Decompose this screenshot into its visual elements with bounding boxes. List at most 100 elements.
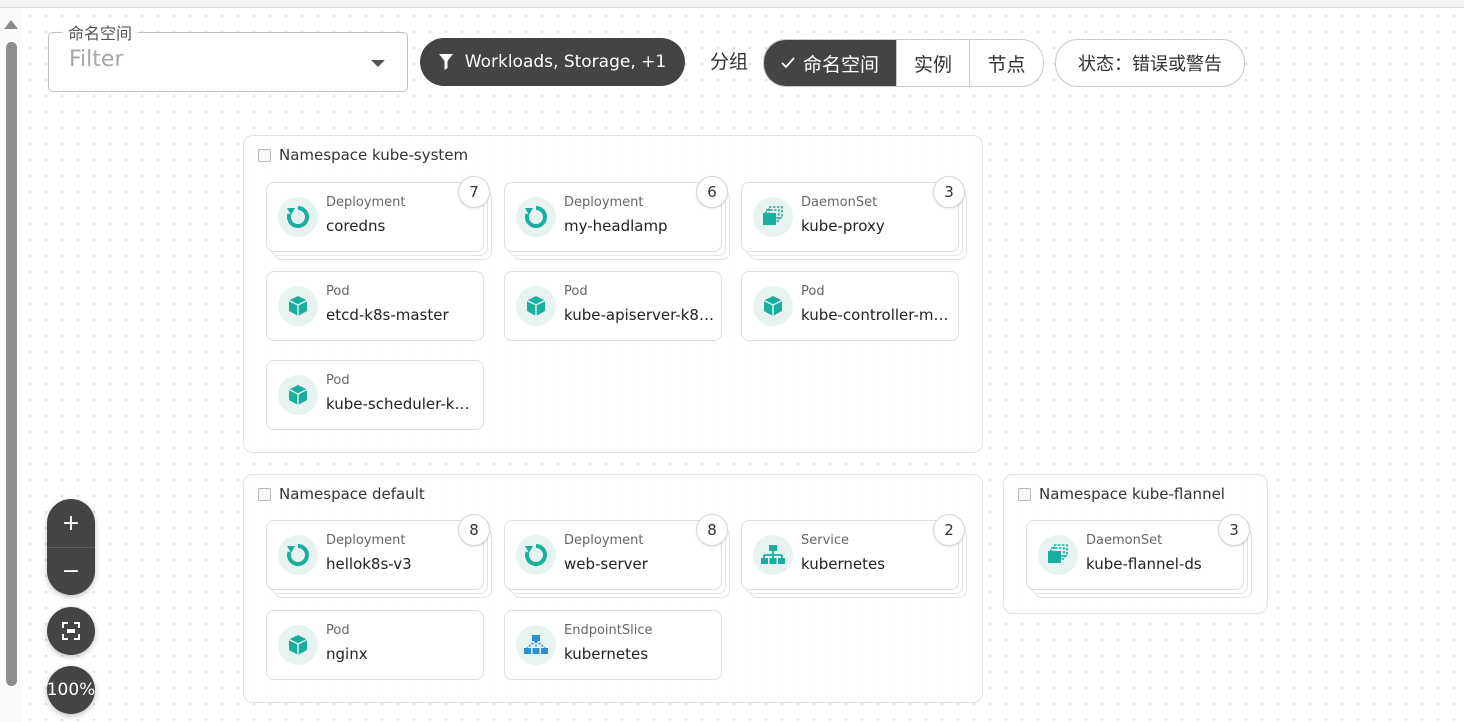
node-count-badge: 3 — [1218, 514, 1250, 546]
node-count-badge: 8 — [696, 514, 728, 546]
node-card[interactable]: Deployment hellok8s-v3 — [266, 520, 484, 590]
fit-to-screen-button[interactable] — [47, 607, 95, 655]
group-by-node-button[interactable]: 节点 — [969, 40, 1043, 86]
resource-node[interactable]: Pod nginx — [266, 610, 484, 680]
pod-icon — [753, 286, 793, 326]
resource-node[interactable]: DaemonSet kube-proxy 3 — [741, 176, 967, 260]
group-by-node-label: 节点 — [987, 53, 1026, 76]
zoom-controls: + − — [47, 499, 95, 595]
node-kind: Pod — [801, 284, 825, 299]
vertical-scrollbar[interactable] — [0, 8, 23, 722]
node-kind: Pod — [564, 284, 588, 299]
namespace-group-header: Namespace kube-system — [258, 146, 468, 164]
status-filter-chip[interactable]: 状态：错误或警告 — [1055, 39, 1245, 87]
resource-node[interactable]: Pod kube-scheduler-k8s-master — [266, 360, 484, 430]
deployment-icon — [516, 535, 556, 575]
node-name: nginx — [326, 645, 368, 663]
node-name: etcd-k8s-master — [326, 306, 449, 324]
node-kind: DaemonSet — [1086, 533, 1163, 548]
node-card[interactable]: EndpointSlice kubernetes — [504, 610, 722, 680]
top-border — [0, 0, 1464, 8]
node-card[interactable]: Deployment coredns — [266, 182, 484, 252]
endpointslice-icon — [516, 625, 556, 665]
resource-node[interactable]: Deployment web-server 8 — [504, 514, 730, 598]
namespace-group-header: Namespace default — [258, 485, 425, 503]
resource-filter-label: Workloads, Storage, +1 — [464, 52, 667, 72]
filter-icon — [438, 54, 453, 70]
node-card[interactable]: DaemonSet kube-proxy — [741, 182, 959, 252]
resource-node[interactable]: DaemonSet kube-flannel-ds 3 — [1026, 514, 1252, 598]
group-collapse-checkbox[interactable] — [258, 487, 271, 501]
group-by-toggle: 命名空间 实例 节点 — [763, 39, 1044, 87]
resource-node[interactable]: Deployment my-headlamp 6 — [504, 176, 730, 260]
fit-screen-icon — [62, 622, 80, 640]
node-card[interactable]: Pod nginx — [266, 610, 484, 680]
node-count-badge: 6 — [696, 176, 728, 208]
node-card[interactable]: Deployment my-headlamp — [504, 182, 722, 252]
group-by-label: 分组 — [710, 51, 749, 73]
namespace-group-label: Namespace default — [279, 485, 425, 503]
resource-node[interactable]: Deployment coredns 7 — [266, 176, 492, 260]
node-card[interactable]: Pod etcd-k8s-master — [266, 271, 484, 341]
node-name: kube-proxy — [801, 217, 885, 235]
node-kind: EndpointSlice — [564, 623, 653, 638]
daemonset-icon — [1038, 535, 1078, 575]
node-name: kube-scheduler-k8s-master — [326, 395, 476, 413]
service-icon — [753, 535, 793, 575]
namespace-group-header: Namespace kube-flannel — [1018, 485, 1225, 503]
node-kind: DaemonSet — [801, 195, 878, 210]
node-kind: Pod — [326, 373, 350, 388]
node-name: coredns — [326, 217, 386, 235]
pod-icon — [516, 286, 556, 326]
scroll-up-arrow-icon[interactable] — [4, 20, 18, 29]
namespace-filter-label: 命名空间 — [62, 20, 139, 44]
node-kind: Service — [801, 533, 850, 548]
group-collapse-checkbox[interactable] — [258, 148, 271, 162]
node-kind: Deployment — [564, 195, 644, 210]
scrollbar-thumb[interactable] — [6, 42, 17, 686]
node-card[interactable]: DaemonSet kube-flannel-ds — [1026, 520, 1244, 590]
node-count-badge: 2 — [933, 514, 965, 546]
node-card[interactable]: Pod kube-apiserver-k8s-master — [504, 271, 722, 341]
node-card[interactable]: Deployment web-server — [504, 520, 722, 590]
node-name: web-server — [564, 555, 648, 573]
node-card[interactable]: Pod kube-controller-manager-k8s-master — [741, 271, 959, 341]
node-name: kube-apiserver-k8s-master — [564, 306, 714, 324]
group-by-namespace-button[interactable]: 命名空间 — [764, 40, 896, 86]
node-kind: Pod — [326, 284, 350, 299]
group-by-instance-button[interactable]: 实例 — [896, 40, 969, 86]
pod-icon — [278, 286, 318, 326]
resource-node[interactable]: Deployment hellok8s-v3 8 — [266, 514, 492, 598]
node-count-badge: 3 — [933, 176, 965, 208]
namespace-filter-placeholder: Filter — [69, 47, 124, 72]
namespace-group-label: Namespace kube-system — [279, 146, 469, 164]
resource-node[interactable]: EndpointSlice kubernetes — [504, 610, 722, 680]
resource-node[interactable]: Pod kube-controller-manager-k8s-master — [741, 271, 959, 341]
deployment-icon — [278, 535, 318, 575]
group-collapse-checkbox[interactable] — [1018, 487, 1031, 501]
node-count-badge: 8 — [458, 514, 490, 546]
resource-filter-chip[interactable]: Workloads, Storage, +1 — [420, 38, 685, 86]
node-name: kube-controller-manager-k8s-master — [801, 306, 951, 324]
resource-node[interactable]: Pod etcd-k8s-master — [266, 271, 484, 341]
deployment-icon — [278, 197, 318, 237]
node-kind: Deployment — [326, 533, 406, 548]
namespace-group-label: Namespace kube-flannel — [1039, 485, 1225, 503]
node-name: hellok8s-v3 — [326, 555, 412, 573]
dropdown-caret-icon[interactable] — [371, 60, 385, 67]
node-name: kubernetes — [801, 555, 886, 573]
pod-icon — [278, 625, 318, 665]
resource-node[interactable]: Service kubernetes 2 — [741, 514, 967, 598]
node-name: kubernetes — [564, 645, 649, 663]
node-name: kube-flannel-ds — [1086, 555, 1202, 573]
zoom-out-button[interactable]: − — [47, 547, 95, 595]
node-card[interactable]: Service kubernetes — [741, 520, 959, 590]
status-filter-label: 状态：错误或警告 — [1078, 54, 1222, 75]
group-by-namespace-label: 命名空间 — [802, 53, 879, 76]
node-count-badge: 7 — [458, 176, 490, 208]
node-card[interactable]: Pod kube-scheduler-k8s-master — [266, 360, 484, 430]
resource-node[interactable]: Pod kube-apiserver-k8s-master — [504, 271, 722, 341]
daemonset-icon — [753, 197, 793, 237]
zoom-in-button[interactable]: + — [47, 499, 95, 547]
zoom-percentage-button[interactable]: 100% — [47, 666, 95, 714]
